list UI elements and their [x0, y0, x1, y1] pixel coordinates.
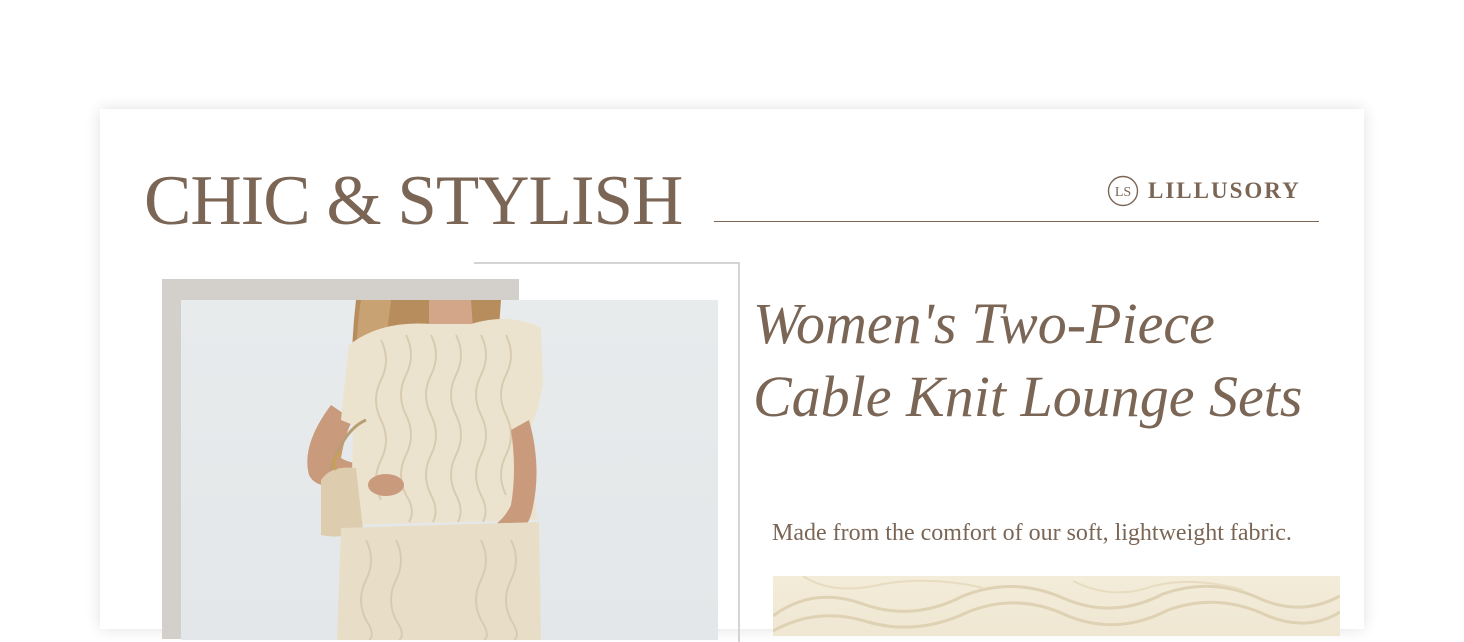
ls-monogram-icon: LS: [1107, 175, 1139, 207]
header-divider: [714, 221, 1319, 222]
fabric-detail-image: [773, 576, 1340, 636]
product-description: Made from the comfort of our soft, light…: [772, 520, 1292, 546]
headline: CHIC & STYLISH: [144, 162, 683, 240]
product-title-line-1: Women's Two-Piece: [753, 291, 1215, 356]
promo-card: CHIC & STYLISH LS LILLUSORY Women's Two-…: [100, 109, 1364, 642]
brand-name: LILLUSORY: [1148, 178, 1301, 203]
brand-monogram: LS: [1115, 185, 1131, 200]
product-title: Women's Two-Piece Cable Knit Lounge Sets: [753, 287, 1302, 433]
product-title-line-2: Cable Knit Lounge Sets: [753, 364, 1303, 429]
brand-logo: LS LILLUSORY: [1107, 173, 1301, 209]
product-photo: [181, 300, 718, 640]
